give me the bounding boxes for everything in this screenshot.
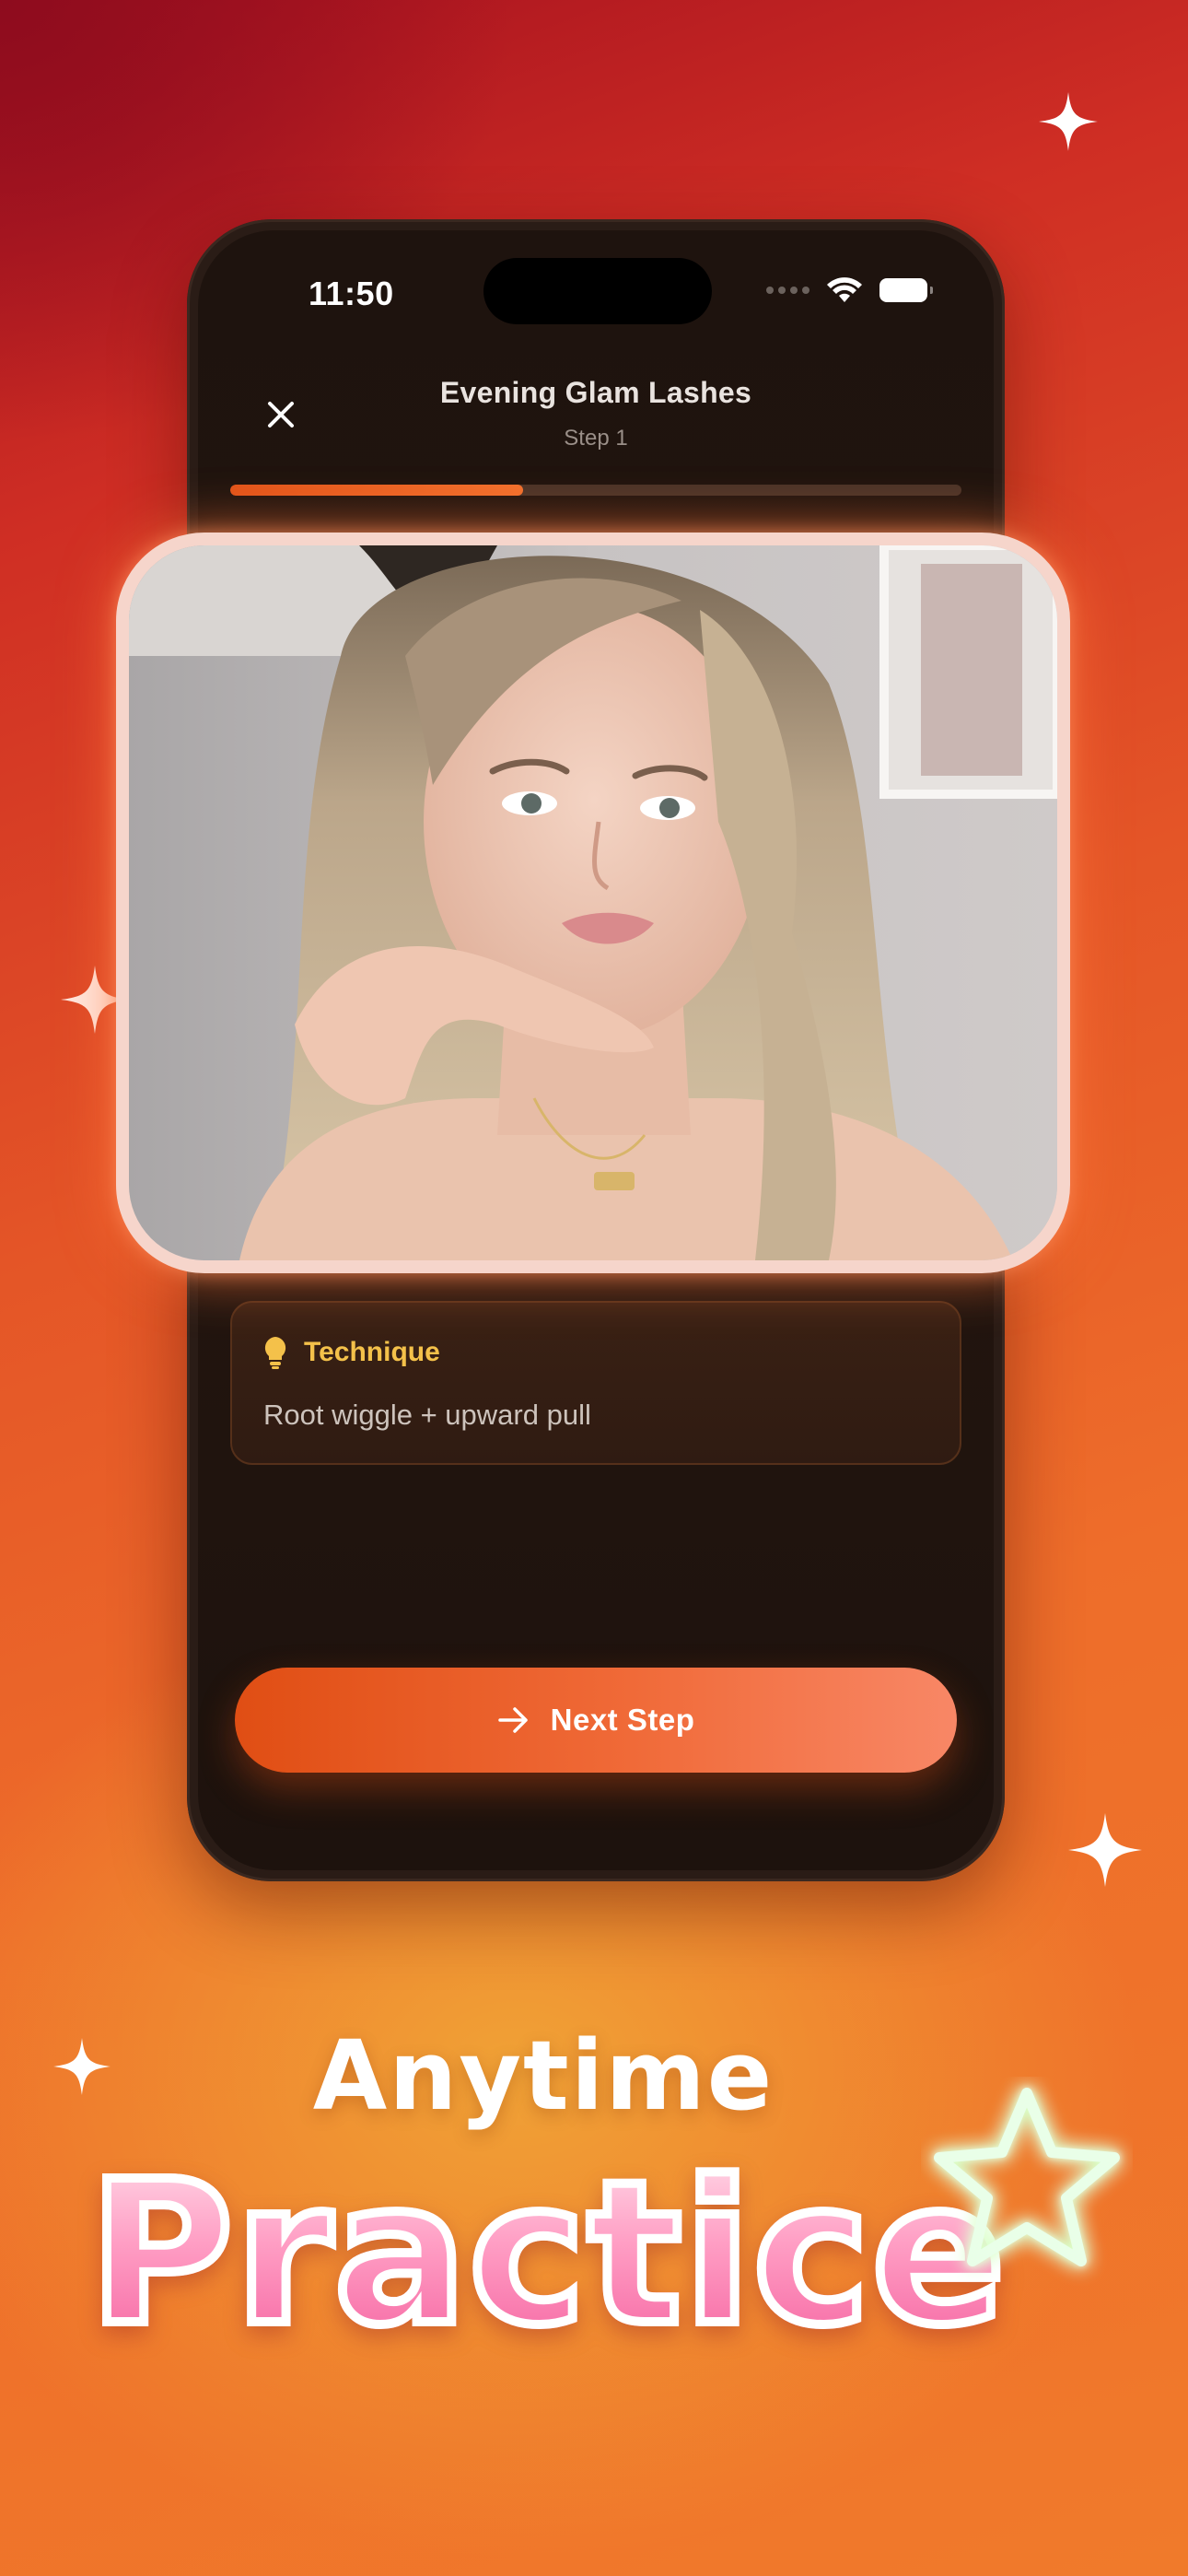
promo-headline-text: Practice [84, 2139, 1009, 2369]
technique-description: Root wiggle + upward pull [263, 1399, 591, 1431]
status-icons [766, 276, 933, 304]
technique-card: Technique Root wiggle + upward pull [230, 1301, 961, 1465]
sparkle-icon [1039, 92, 1098, 151]
cellular-icon [766, 287, 809, 294]
battery-icon [879, 278, 933, 302]
next-step-button[interactable]: Next Step [235, 1668, 957, 1773]
lightbulb-icon [264, 1337, 286, 1369]
next-step-label: Next Step [550, 1703, 695, 1737]
star-icon [934, 2088, 1120, 2266]
dynamic-island [483, 258, 712, 324]
sparkle-icon [1068, 1813, 1142, 1887]
progress-fill [230, 485, 523, 496]
status-time: 11:50 [309, 275, 394, 312]
arrow-right-icon [497, 1707, 528, 1733]
portrait-photo [116, 533, 1070, 1273]
technique-title: Technique [304, 1337, 440, 1367]
portrait-image [129, 545, 1057, 1260]
step-indicator: Step 1 [564, 426, 628, 451]
progress-bar [230, 485, 961, 496]
wifi-icon [827, 277, 862, 302]
technique-header: Technique [263, 1336, 440, 1369]
lesson-title: Evening Glam Lashes [439, 376, 752, 409]
